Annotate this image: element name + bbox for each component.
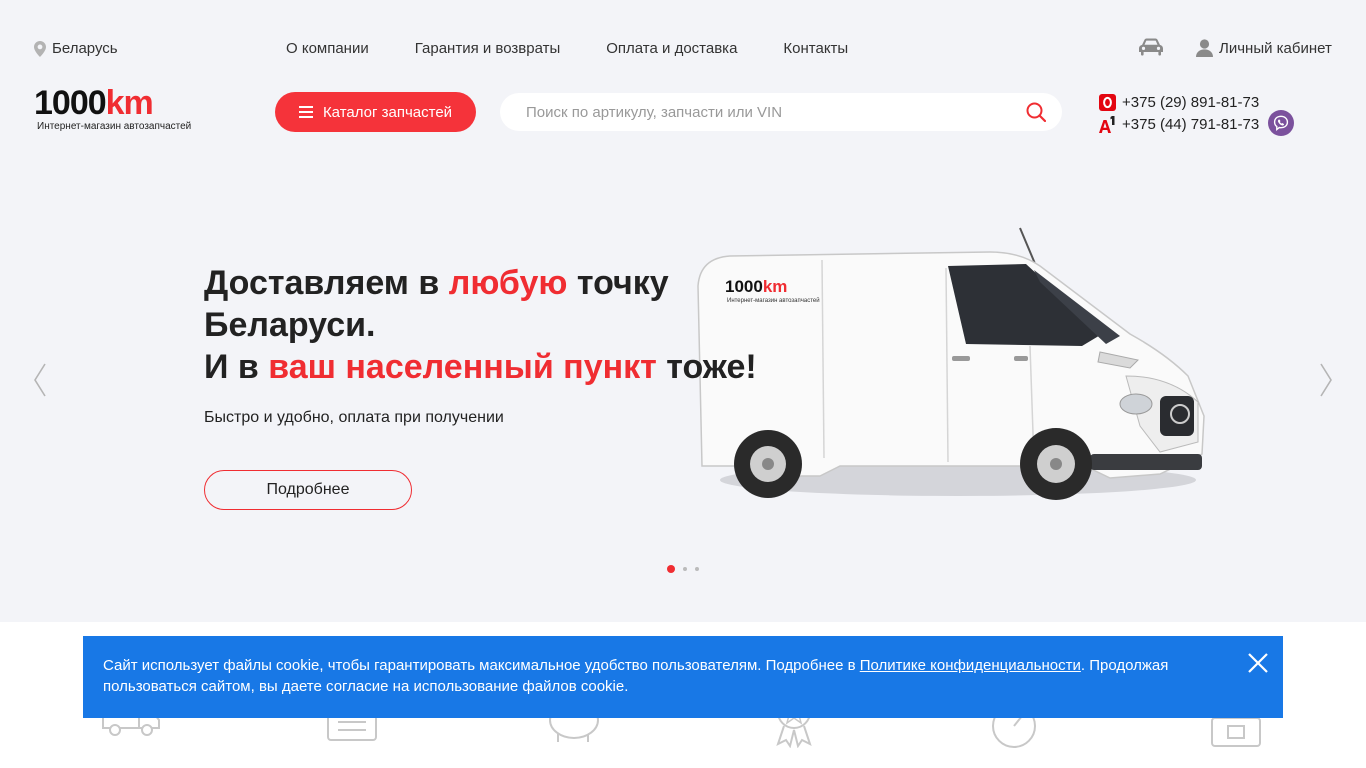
account-link[interactable]: Личный кабинет (1196, 39, 1332, 57)
logo-tagline: Интернет-магазин автозапчастей (37, 121, 192, 132)
mts-operator-icon (1099, 93, 1116, 111)
chevron-right-icon[interactable] (1318, 362, 1334, 398)
hero-subtitle: Быстро и удобно, оплата при получении (204, 409, 504, 426)
user-icon (1196, 39, 1213, 57)
phone-2: +375 (44) 791-81-73 (1122, 115, 1260, 133)
chevron-left-icon[interactable] (32, 362, 48, 398)
catalog-label: Каталог запчастей (322, 103, 453, 121)
privacy-policy-link[interactable]: Политике конфиденциальности (860, 657, 1081, 674)
hero-slider: 1000km Интернет-магазин автозапчастей До… (0, 160, 1366, 622)
a1-operator-icon (1099, 115, 1115, 133)
nav-payment-delivery[interactable]: Оплата и доставка (606, 40, 737, 57)
top-navigation: О компании Гарантия и возвраты Оплата и … (286, 40, 848, 57)
phone-1: +375 (29) 891-81-73 (1122, 93, 1260, 111)
phone-numbers: +375 (29) 891-81-73 +375 (44) 791-81-73 (1099, 91, 1259, 135)
search-box (500, 93, 1062, 131)
catalog-button[interactable]: Каталог запчастей (275, 92, 476, 132)
header: 1000km Интернет-магазин автозапчастей Ка… (0, 86, 1366, 146)
account-label: Личный кабинет (1219, 39, 1332, 57)
search-icon[interactable] (1026, 102, 1046, 122)
hero-title: Доставляем в любую точку Беларуси. И в в… (204, 264, 757, 386)
car-icon[interactable] (1139, 38, 1163, 56)
logo-text: 1000km (34, 84, 154, 122)
slider-dots (667, 565, 699, 573)
location-pin-icon (34, 40, 46, 57)
phone-row-a1[interactable]: +375 (44) 791-81-73 (1099, 113, 1259, 135)
viber-icon[interactable] (1268, 110, 1294, 136)
site-logo[interactable]: 1000km Интернет-магазин автозапчастей (34, 86, 191, 132)
close-icon[interactable] (1247, 652, 1269, 674)
search-input[interactable] (526, 93, 1006, 131)
phone-row-mts[interactable]: +375 (29) 891-81-73 (1099, 91, 1259, 113)
slider-dot-1[interactable] (667, 565, 675, 573)
cookie-text-1: Сайт использует файлы cookie, чтобы гара… (103, 657, 860, 674)
nav-about[interactable]: О компании (286, 40, 369, 57)
cookie-banner: Сайт использует файлы cookie, чтобы гара… (83, 636, 1283, 718)
region-selector[interactable]: Беларусь (34, 40, 118, 57)
nav-contacts[interactable]: Контакты (783, 40, 848, 57)
more-button[interactable]: Подробнее (204, 470, 412, 510)
slider-dot-2[interactable] (683, 567, 687, 571)
nav-warranty[interactable]: Гарантия и возвраты (415, 40, 561, 57)
top-bar: Беларусь О компании Гарантия и возвраты … (0, 36, 1366, 60)
menu-icon (298, 106, 313, 118)
delivery-van-image: 1000km Интернет-магазин автозапчастей (697, 227, 1205, 500)
slider-dot-3[interactable] (695, 567, 699, 571)
region-label: Беларусь (52, 40, 118, 57)
